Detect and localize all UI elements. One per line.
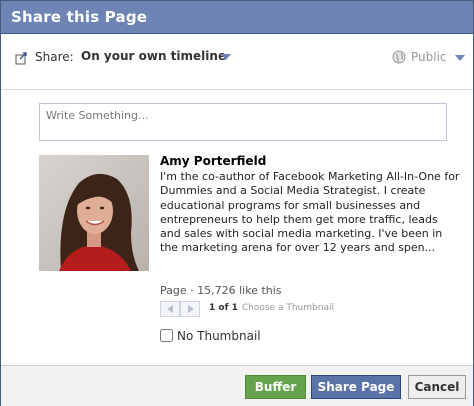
profile-thumbnail	[39, 155, 149, 271]
attachment-meta: Page · 15,726 like this	[160, 284, 282, 297]
divider	[1, 89, 473, 90]
thumbnail-count: 1 of 1	[209, 303, 238, 313]
attachment-title[interactable]: Amy Porterfield	[160, 154, 266, 168]
chevron-down-icon[interactable]	[221, 54, 231, 60]
share-page-button[interactable]: Share Page	[311, 375, 401, 399]
attachment-description: I'm the co-author of Facebook Marketing …	[160, 170, 460, 255]
status-input[interactable]	[40, 104, 446, 140]
no-thumbnail-checkbox[interactable]	[160, 329, 173, 342]
previous-thumbnail-button[interactable]	[160, 301, 180, 317]
globe-icon	[392, 50, 406, 64]
composer-box	[39, 103, 447, 141]
share-target-selector[interactable]: On your own timeline	[81, 49, 226, 63]
share-dialog: Share this Page Share: On your own timel…	[0, 0, 474, 406]
share-label: Share:	[35, 50, 74, 64]
share-icon	[15, 52, 27, 65]
dialog-footer: Buffer Share Page Cancel	[1, 365, 473, 406]
next-thumbnail-button[interactable]	[180, 301, 200, 317]
buffer-button[interactable]: Buffer	[245, 375, 306, 399]
share-options-bar: Share: On your own timeline Public	[1, 34, 473, 82]
choose-thumbnail-label: Choose a Thumbnail	[241, 303, 334, 313]
dialog-title: Share this Page	[11, 8, 148, 26]
no-thumbnail-option[interactable]: No Thumbnail	[160, 329, 261, 343]
arrow-right-icon	[188, 305, 194, 313]
dialog-titlebar: Share this Page	[1, 1, 473, 34]
privacy-selector[interactable]: Public	[411, 50, 447, 64]
no-thumbnail-label: No Thumbnail	[177, 329, 261, 343]
thumbnail-pager-text: 1 of 1 Choose a Thumbnail	[209, 303, 334, 313]
cancel-button[interactable]: Cancel	[408, 375, 466, 399]
arrow-left-icon	[167, 305, 173, 313]
chevron-down-icon[interactable]	[455, 55, 465, 61]
